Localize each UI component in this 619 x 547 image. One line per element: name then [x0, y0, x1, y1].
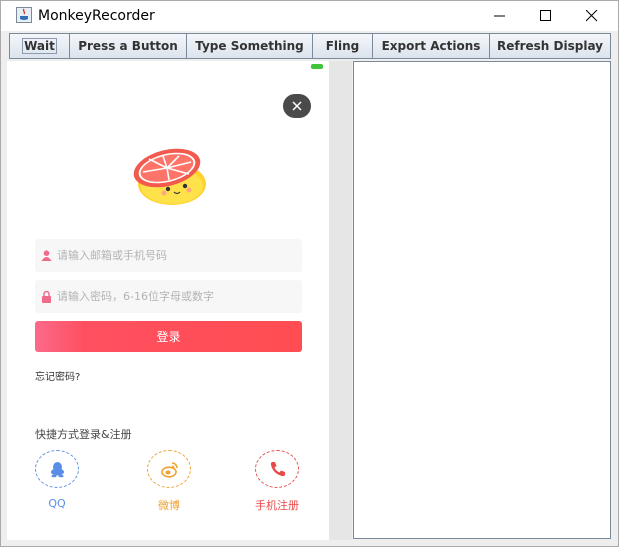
password-field[interactable] [35, 280, 302, 313]
press-button-label: Press a Button [78, 39, 178, 53]
forgot-password-link[interactable]: 忘记密码? [35, 368, 80, 383]
grapefruit-logo-icon [133, 148, 206, 205]
penguin-icon [51, 462, 64, 478]
phone-icon [270, 462, 285, 477]
fling-label: Fling [325, 39, 360, 53]
app-window: MonkeyRecorder Wait Press a Button Type … [0, 0, 619, 547]
lock-icon [42, 291, 51, 303]
close-icon [586, 10, 598, 22]
phone-register-button[interactable] [255, 450, 299, 488]
java-app-icon [16, 7, 32, 23]
password-input[interactable] [57, 280, 297, 313]
qq-login-button[interactable] [35, 450, 79, 488]
phone-register-label: 手机注册 [255, 499, 299, 512]
content-area: 登录 忘记密码? 快捷方式登录&注册 QQ [1, 61, 618, 546]
panel-divider [329, 61, 352, 540]
action-toolbar: Wait Press a Button Type Something Fling… [1, 31, 618, 61]
type-something-label: Type Something [195, 39, 304, 53]
battery-indicator [311, 64, 323, 69]
email-input[interactable] [57, 239, 297, 272]
login-button[interactable]: 登录 [35, 321, 302, 352]
wait-button-label: Wait [22, 38, 57, 54]
fling-button[interactable]: Fling [312, 33, 373, 59]
maximize-icon [540, 10, 551, 21]
close-window-button[interactable] [569, 1, 615, 31]
weibo-label: 微博 [158, 499, 180, 512]
close-login-button[interactable] [283, 94, 311, 118]
actions-display-panel[interactable] [353, 61, 611, 539]
refresh-display-button[interactable]: Refresh Display [489, 33, 611, 59]
minimize-button[interactable] [477, 1, 523, 31]
quick-login-title: 快捷方式登录&注册 [35, 428, 132, 441]
type-something-button[interactable]: Type Something [186, 33, 313, 59]
login-button-label: 登录 [156, 330, 181, 344]
export-actions-button[interactable]: Export Actions [372, 33, 490, 59]
export-actions-label: Export Actions [381, 39, 481, 53]
email-field[interactable] [35, 239, 302, 272]
user-icon [41, 250, 52, 261]
minimize-icon [494, 15, 505, 17]
qq-label: QQ [48, 497, 66, 510]
window-title: MonkeyRecorder [38, 8, 155, 24]
device-screen[interactable]: 登录 忘记密码? 快捷方式登录&注册 QQ [7, 61, 329, 540]
refresh-display-label: Refresh Display [497, 39, 603, 53]
title-bar: MonkeyRecorder [1, 1, 618, 31]
weibo-icon [161, 462, 178, 478]
maximize-button[interactable] [523, 1, 569, 31]
close-icon [292, 101, 302, 111]
press-button-button[interactable]: Press a Button [69, 33, 187, 59]
wait-button[interactable]: Wait [9, 33, 70, 59]
weibo-login-button[interactable] [147, 450, 191, 488]
